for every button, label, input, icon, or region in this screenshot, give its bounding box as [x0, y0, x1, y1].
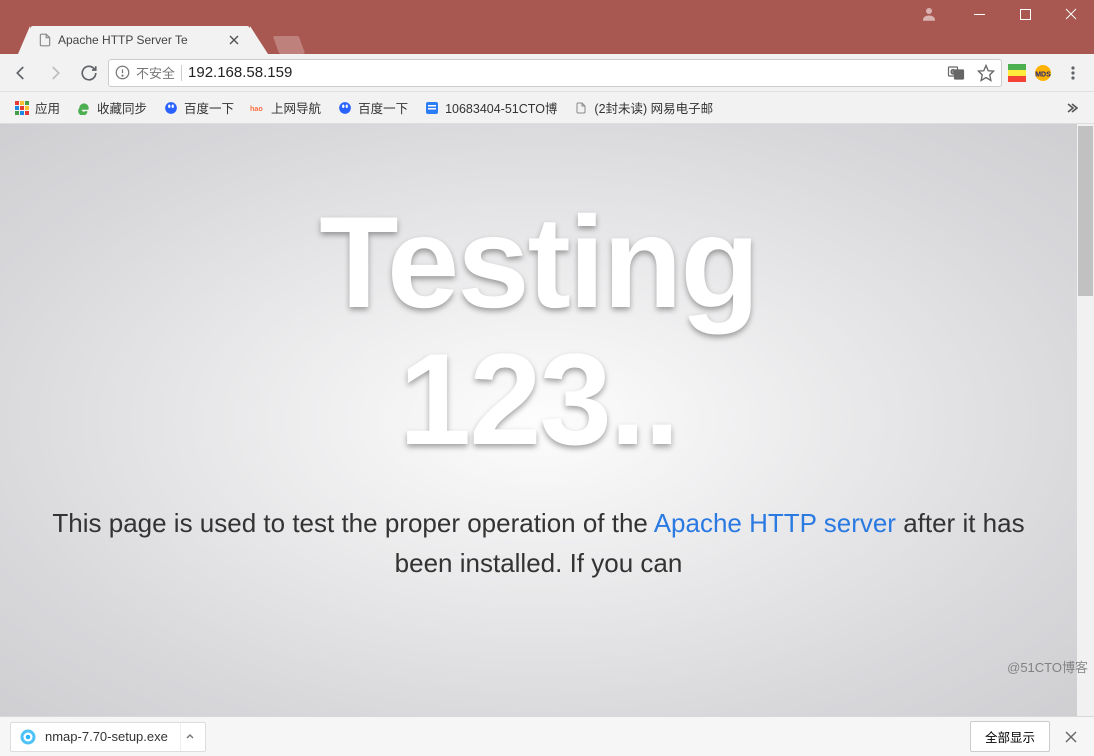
apache-test-page: Testing 123.. This page is used to test …: [0, 124, 1077, 716]
bookmark-label: 上网导航: [271, 98, 321, 117]
bookmark-label: 百度一下: [358, 98, 408, 117]
security-label: 不安全: [136, 63, 175, 82]
bookmark-star-icon[interactable]: [977, 64, 995, 82]
toolbar: 不安全 G MDS: [0, 54, 1094, 92]
bookmark-label: 10683404-51CTO博: [445, 98, 557, 117]
baidu-icon: [337, 100, 353, 116]
bookmark-item[interactable]: hao 上网导航: [244, 94, 327, 121]
file-icon: [573, 100, 589, 116]
download-menu-caret[interactable]: [180, 723, 199, 751]
hao-icon: hao: [250, 100, 266, 116]
tab-title: Apache HTTP Server Te: [58, 33, 188, 47]
ie-icon: [76, 100, 92, 116]
baidu-icon: [163, 100, 179, 116]
svg-text:MDS: MDS: [1035, 71, 1051, 78]
bookmark-label: 应用: [35, 98, 60, 117]
chrome-menu-button[interactable]: [1058, 58, 1088, 88]
tab-close-button[interactable]: [226, 32, 242, 48]
window-controls: [906, 0, 1094, 28]
window-titlebar: Apache HTTP Server Te: [0, 0, 1094, 54]
profile-button[interactable]: [906, 0, 952, 28]
url-input[interactable]: [188, 64, 941, 81]
extension-icon-2[interactable]: MDS: [1032, 62, 1054, 84]
tab-strip: Apache HTTP Server Te: [0, 0, 302, 54]
apps-icon: [14, 100, 30, 116]
insecure-icon: [115, 65, 130, 80]
doc-icon: [424, 100, 440, 116]
downloads-bar: nmap-7.70-setup.exe 全部显示: [0, 716, 1094, 756]
hero-heading: Testing 123..: [319, 194, 758, 467]
scrollbar-thumb[interactable]: [1078, 126, 1093, 296]
bookmarks-bar: 应用 收藏同步 百度一下 hao 上网导航 百度一下 10683404-51CT…: [0, 92, 1094, 124]
window-minimize-button[interactable]: [956, 0, 1002, 28]
downloads-show-all-button[interactable]: 全部显示: [970, 721, 1050, 752]
bookmark-item[interactable]: 10683404-51CTO博: [418, 94, 563, 121]
hero-line-2: 123..: [319, 331, 758, 468]
extension-icon-1[interactable]: [1006, 62, 1028, 84]
scrollbar-track[interactable]: [1077, 124, 1094, 716]
bookmarks-overflow-button[interactable]: [1056, 97, 1086, 119]
bookmark-item[interactable]: (2封未读) 网易电子邮: [567, 94, 719, 121]
reload-button[interactable]: [74, 58, 104, 88]
page-description: This page is used to test the proper ope…: [0, 503, 1077, 584]
bookmark-label: (2封未读) 网易电子邮: [594, 98, 713, 117]
file-icon: [38, 33, 52, 47]
bookmark-apps[interactable]: 应用: [8, 94, 66, 121]
download-item[interactable]: nmap-7.70-setup.exe: [10, 722, 206, 752]
apache-link[interactable]: Apache HTTP server: [654, 508, 896, 538]
forward-button[interactable]: [40, 58, 70, 88]
download-filename: nmap-7.70-setup.exe: [45, 729, 168, 744]
bookmark-item[interactable]: 百度一下: [157, 94, 240, 121]
page-viewport: Testing 123.. This page is used to test …: [0, 124, 1094, 716]
bookmark-item[interactable]: 收藏同步: [70, 94, 153, 121]
window-close-button[interactable]: [1048, 0, 1094, 28]
hero-line-1: Testing: [319, 194, 758, 331]
downloads-close-button[interactable]: [1058, 724, 1084, 750]
download-file-icon: [19, 728, 37, 746]
tab-edge-left: [18, 26, 30, 54]
new-tab-button[interactable]: [273, 36, 306, 54]
tab-edge-right: [250, 26, 268, 54]
translate-icon[interactable]: G: [947, 64, 965, 82]
browser-tab[interactable]: Apache HTTP Server Te: [30, 26, 250, 54]
bookmark-label: 百度一下: [184, 98, 234, 117]
omnibox-divider: [181, 65, 182, 81]
svg-text:hao: hao: [250, 104, 263, 113]
back-button[interactable]: [6, 58, 36, 88]
svg-text:G: G: [951, 69, 956, 75]
omnibox[interactable]: 不安全 G: [108, 59, 1002, 87]
bookmark-item[interactable]: 百度一下: [331, 94, 414, 121]
desc-prefix: This page is used to test the proper ope…: [52, 508, 653, 538]
bookmark-label: 收藏同步: [97, 98, 147, 117]
window-maximize-button[interactable]: [1002, 0, 1048, 28]
